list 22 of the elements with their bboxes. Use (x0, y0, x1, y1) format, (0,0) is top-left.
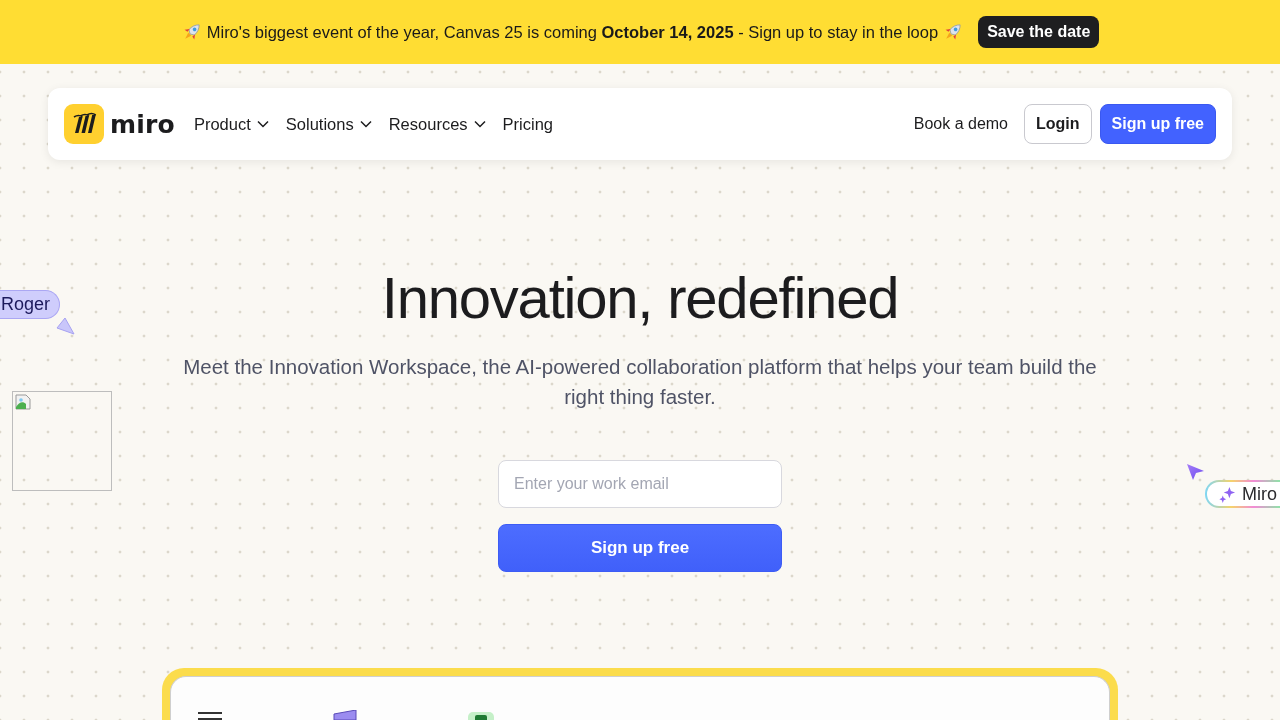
sign-up-button[interactable]: Sign up free (1099, 104, 1216, 144)
sign-up-submit-button[interactable]: Sign up free (498, 524, 782, 572)
user-name-tag: Roger (0, 290, 61, 319)
nav-menu-item[interactable]: Resources (388, 110, 486, 138)
card-icon (332, 710, 358, 720)
sparkle-icon (1219, 485, 1236, 503)
app-tile-icon (468, 712, 494, 720)
broken-image-icon (15, 394, 31, 410)
nav-menu-item[interactable]: Product (193, 110, 269, 138)
announcement-text: Miro's biggest event of the year, Canvas 25 is coming October 14, 2025 - Sign up to stay in the loop (206, 22, 939, 42)
nav-menu-item[interactable]: Pricing (502, 110, 553, 138)
nav-menu-item[interactable]: Solutions (285, 110, 372, 138)
login-button[interactable]: Login (1024, 104, 1092, 144)
save-the-date-button[interactable]: Save the date (978, 16, 1100, 48)
assistant-name: Miro (1242, 483, 1277, 505)
email-field[interactable]: Enter your work email (498, 460, 782, 508)
hero-subtitle: Meet the Innovation Workspace, the AI-powered collaboration platform that helps your team build the right thing faster. (182, 354, 1098, 410)
hero-title: Innovation, redefined (381, 266, 899, 330)
brand-name: miro (110, 109, 175, 139)
book-demo-link[interactable]: Book a demo (913, 104, 1008, 144)
menu-icon[interactable] (198, 710, 222, 720)
logo-icon[interactable] (64, 104, 104, 144)
